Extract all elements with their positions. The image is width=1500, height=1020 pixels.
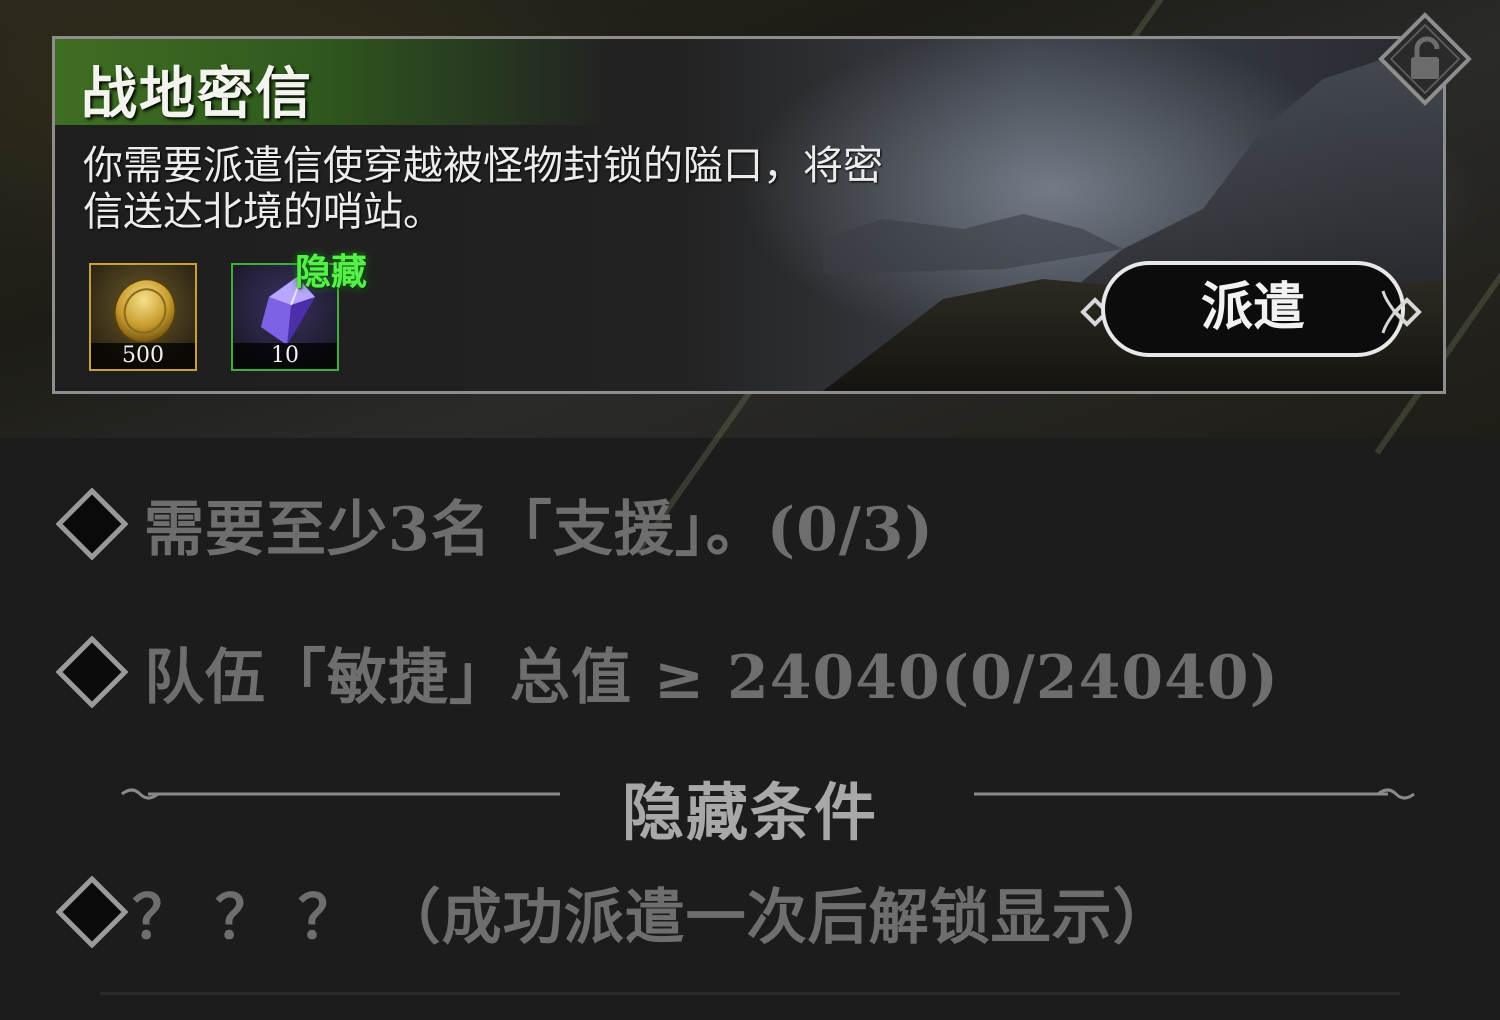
ornament-right-icon [1381, 290, 1422, 334]
diamond-bullet-icon [56, 488, 128, 560]
gold-coin-icon [113, 278, 177, 344]
reward-gold[interactable]: 500 [89, 263, 197, 371]
condition-item: 队伍「敏捷」总值 ≥ 24040(0/24040) [56, 632, 1279, 713]
hidden-reward-tag: 隐藏 [295, 251, 368, 293]
diamond-bullet-icon [56, 876, 128, 948]
mission-card[interactable]: 战地密信 你需要派遣信使穿越被怪物封锁的隘口，将密 信送达北境的哨站。 500 [52, 12, 1472, 394]
condition-text: 队伍「敏捷」总值 ≥ 24040(0/24040) [144, 642, 1279, 713]
diamond-bullet-icon [56, 636, 128, 708]
reward-count: 500 [91, 343, 195, 369]
condition-text: ？ ？ ？ （成功派遣一次后解锁显示） [132, 882, 1174, 953]
bottom-divider [100, 992, 1400, 995]
mission-description: 你需要派遣信使穿越被怪物封锁的隘口，将密 信送达北境的哨站。 [83, 143, 983, 235]
hidden-condition-item: ？ ？ ？ （成功派遣一次后解锁显示） [56, 872, 1174, 953]
description-line-2: 信送达北境的哨站。 [83, 189, 443, 235]
description-line-1: 你需要派遣信使穿越被怪物封锁的隘口，将密 [83, 143, 883, 189]
condition-item: 需要至少3名「支援」。(0/3) [56, 484, 934, 565]
hidden-conditions-title: 隐藏条件 [621, 776, 878, 849]
unlock-icon[interactable] [1377, 11, 1473, 111]
mission-title: 战地密信 [81, 61, 313, 127]
condition-text: 需要至少3名「支援」。(0/3) [144, 494, 934, 565]
reward-count: 10 [233, 343, 337, 369]
dispatch-button[interactable]: 派遣 [1101, 261, 1405, 357]
